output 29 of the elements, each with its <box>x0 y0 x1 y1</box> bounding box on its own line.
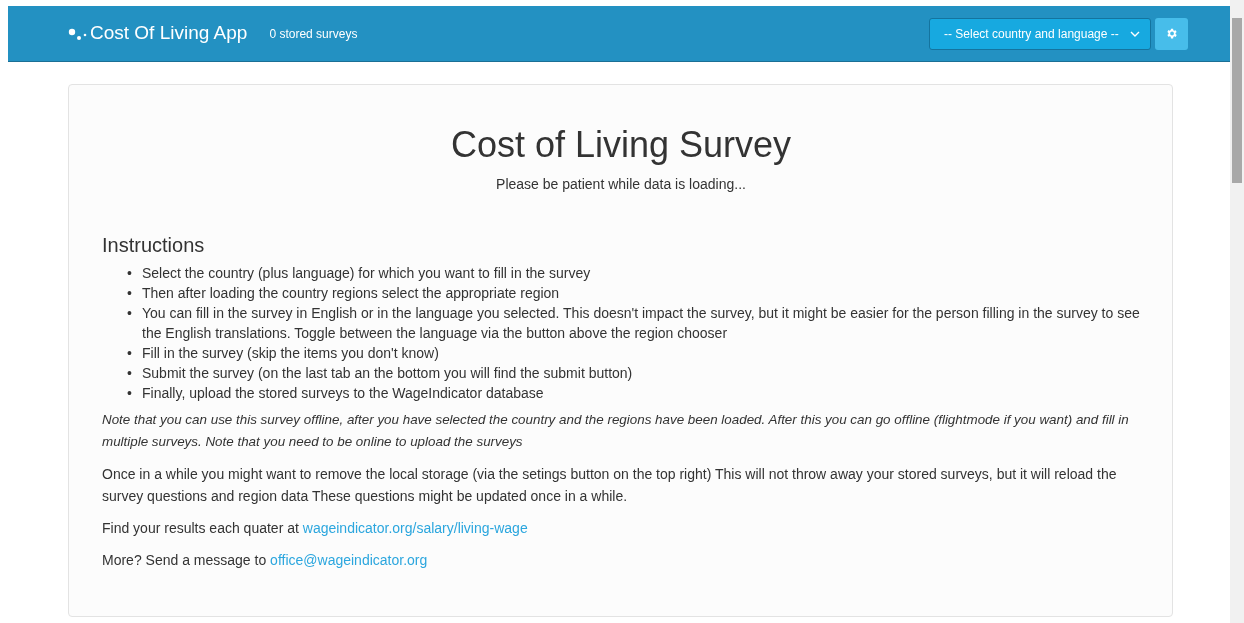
bullet: • <box>127 364 133 384</box>
stored-count: 0 stored surveys <box>269 25 358 43</box>
link[interactable]: office@wageindicator.org <box>270 552 428 569</box>
instruction-item: Submit the survey (on the last tab an the bottom you will find the submit button) <box>142 364 633 384</box>
note-paragraph: Note that you can use this survey offline, after you have selected the country and the regions have been loaded. After this you can go offline (flightmode if you want) and fill in multiple surveys. Note that you need to be online to upload the surveys <box>102 411 1130 452</box>
info-paragraph: Once in a while you might want to remove the local storage (via the setings button on the top right) This will not throw away your stored surveys, but it will reload the survey questions and region data These questions might be updated once in a while. <box>102 465 1118 507</box>
scrollbar-thumb[interactable] <box>1232 18 1242 183</box>
info-paragraph: Find your results each quater at wageindicator.org/salary/living-wage <box>102 519 529 539</box>
bullet: • <box>127 304 133 324</box>
bullet: • <box>127 264 133 284</box>
bullet: • <box>127 384 133 404</box>
link[interactable]: wageindicator.org/salary/living-wage <box>302 520 528 537</box>
instruction-item: Then after loading the country regions select the appropriate region <box>142 284 560 304</box>
country-select[interactable]: -- Select country and language -- <box>929 17 1151 50</box>
settings-button[interactable] <box>1155 17 1188 50</box>
scrollbar[interactable] <box>1230 0 1244 623</box>
instruction-item: You can fill in the survey in English or in the language you selected. This doesn't impact the survey, but it might be easier for the person filling in the survey to see the English translations. Toggle between the language via the button above the region chooser <box>142 304 1140 344</box>
page-title: Cost of Living Survey <box>449 123 793 167</box>
chevron-icon <box>1130 30 1140 37</box>
info-paragraph: More? Send a message to office@wageindicator.org <box>102 551 429 571</box>
bullet: • <box>127 284 133 304</box>
instruction-item: Finally, upload the stored surveys to the WageIndicator database <box>142 384 544 404</box>
instruction-item: Fill in the survey (skip the items you don't know) <box>142 344 439 364</box>
instruction-item: Select the country (plus language) for which you want to fill in the survey <box>142 264 591 284</box>
app-title[interactable]: Cost Of Living App <box>90 19 248 48</box>
bullet: • <box>127 344 133 364</box>
loading-message: Please be patient while data is loading... <box>495 175 747 195</box>
settings-icon <box>1165 27 1178 40</box>
section-heading: Instructions <box>102 233 206 258</box>
